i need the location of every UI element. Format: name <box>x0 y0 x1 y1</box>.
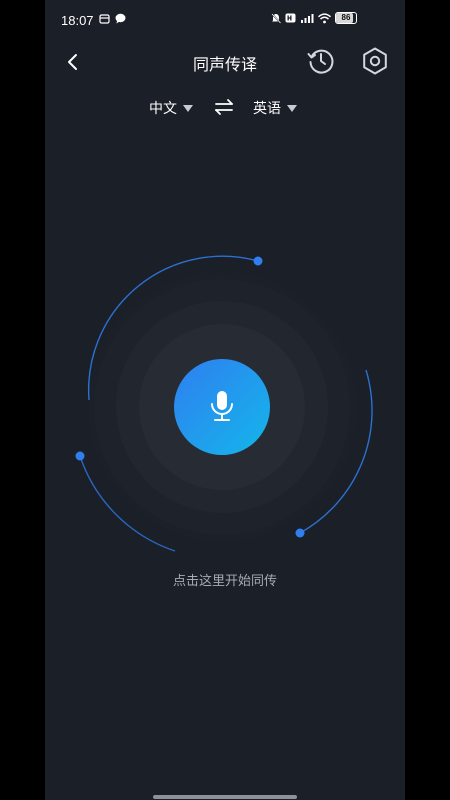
target-language-label: 英语 <box>253 101 281 117</box>
caret-down-icon <box>287 104 297 112</box>
gear-icon <box>363 47 387 75</box>
top-bar: 同声传译 <box>45 40 405 84</box>
hd-icon <box>285 13 296 23</box>
swap-languages-button[interactable] <box>213 96 235 118</box>
status-system-icons: 86 <box>271 12 357 24</box>
target-language-select[interactable]: 英语 <box>253 98 297 118</box>
source-language-label: 中文 <box>149 101 177 117</box>
microphone-icon <box>211 391 233 421</box>
wifi-icon <box>318 12 331 23</box>
page-title: 同声传译 <box>192 55 257 74</box>
battery-level: 86 <box>341 13 351 22</box>
status-notification-icons <box>99 13 126 24</box>
cellular-signal-icon <box>301 13 314 23</box>
battery-icon: 86 <box>335 12 357 24</box>
mute-bell-icon <box>271 12 281 24</box>
orbit-dot-top <box>253 256 263 266</box>
caret-down-icon <box>183 104 193 112</box>
status-time: 18:07 <box>61 13 94 28</box>
history-button[interactable] <box>304 44 338 78</box>
microphone-button[interactable] <box>174 359 270 455</box>
swap-arrows-icon <box>215 99 233 115</box>
voice-visualizer <box>45 240 405 570</box>
home-indicator[interactable] <box>153 795 297 799</box>
language-bar: 中文 英语 <box>45 92 405 124</box>
start-hint-text[interactable]: 点击这里开始同传 <box>45 570 405 589</box>
history-clock-icon <box>307 49 334 74</box>
orbit-dot-left <box>75 451 85 461</box>
message-notification-icon <box>115 13 126 24</box>
calendar-notification-icon <box>99 14 110 24</box>
app-screen: 18:07 86 同声传译 中文 英语 点击这里开始同传 <box>45 0 405 800</box>
orbit-dot-right <box>295 528 305 538</box>
status-bar: 18:07 86 <box>45 0 405 40</box>
source-language-select[interactable]: 中文 <box>149 98 193 118</box>
settings-button[interactable] <box>358 44 392 78</box>
